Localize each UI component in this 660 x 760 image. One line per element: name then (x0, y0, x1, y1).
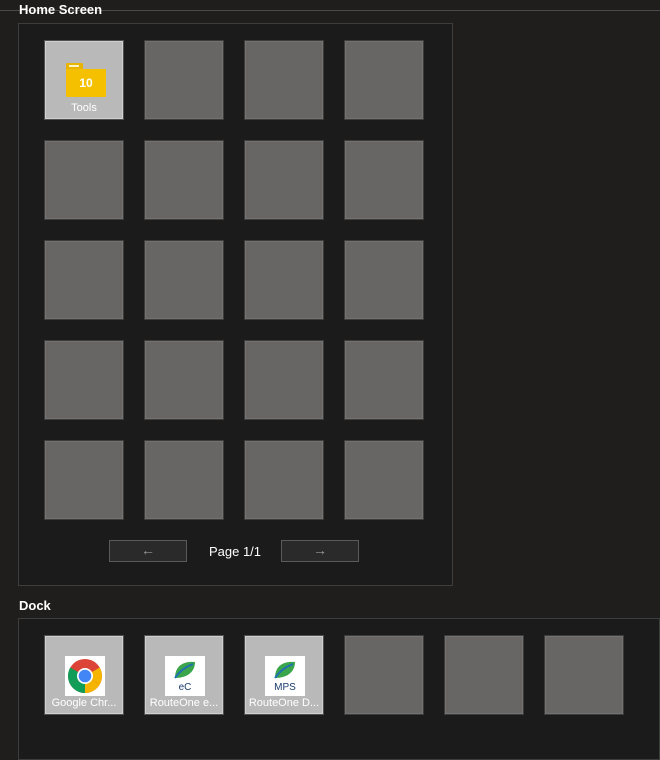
dock-slot-routeone-mps[interactable]: MPS RouteOne D... (244, 635, 324, 715)
home-slot-empty[interactable] (144, 140, 224, 220)
routeone-mps-text: MPS (274, 682, 296, 693)
dock-slot-empty[interactable] (544, 635, 624, 715)
home-slot-empty[interactable] (344, 440, 424, 520)
home-slot-empty[interactable] (244, 140, 324, 220)
folder-icon: 10 (66, 63, 106, 97)
home-slot-empty[interactable] (244, 240, 324, 320)
arrow-left-icon: ← (141, 542, 155, 558)
home-slot-empty[interactable] (44, 340, 124, 420)
home-slot-empty[interactable] (44, 140, 124, 220)
home-slot-empty[interactable] (144, 440, 224, 520)
home-slot-empty[interactable] (144, 340, 224, 420)
home-slot-empty[interactable] (344, 240, 424, 320)
home-slot-empty[interactable] (344, 140, 424, 220)
home-slot-empty[interactable] (144, 240, 224, 320)
home-slot-empty[interactable] (344, 40, 424, 120)
dock-app-label: Google Chr... (51, 697, 117, 709)
routeone-ec-text: eC (178, 682, 192, 693)
home-slot-empty[interactable] (144, 40, 224, 120)
routeone-ec-icon: eC (165, 656, 205, 696)
routeone-mps-icon: MPS (265, 656, 305, 696)
home-slot-empty[interactable] (344, 340, 424, 420)
arrow-right-icon: → (313, 542, 327, 558)
dock-title: Dock (19, 598, 51, 613)
next-page-button[interactable]: → (281, 540, 359, 562)
home-slot-empty[interactable] (244, 440, 324, 520)
dock-slot-google-chrome[interactable]: Google Chr... (44, 635, 124, 715)
home-slot-tools-folder[interactable]: 10 Tools (44, 40, 124, 120)
folder-item-count: 10 (79, 76, 93, 90)
home-slot-empty[interactable] (244, 340, 324, 420)
dock-app-label: RouteOne e... (149, 697, 219, 709)
home-slot-empty[interactable] (244, 40, 324, 120)
home-screen-title: Home Screen (19, 2, 103, 17)
dock-slot-routeone-ec[interactable]: eC RouteOne e... (144, 635, 224, 715)
dock-app-label: RouteOne D... (248, 697, 320, 709)
page-indicator: Page 1/1 (208, 544, 262, 559)
folder-label: Tools (71, 102, 97, 114)
dock-slot-empty[interactable] (344, 635, 424, 715)
dock-slot-empty[interactable] (444, 635, 524, 715)
home-slot-empty[interactable] (44, 440, 124, 520)
home-slot-empty[interactable] (44, 240, 124, 320)
chrome-icon (65, 656, 105, 696)
previous-page-button[interactable]: ← (109, 540, 187, 562)
